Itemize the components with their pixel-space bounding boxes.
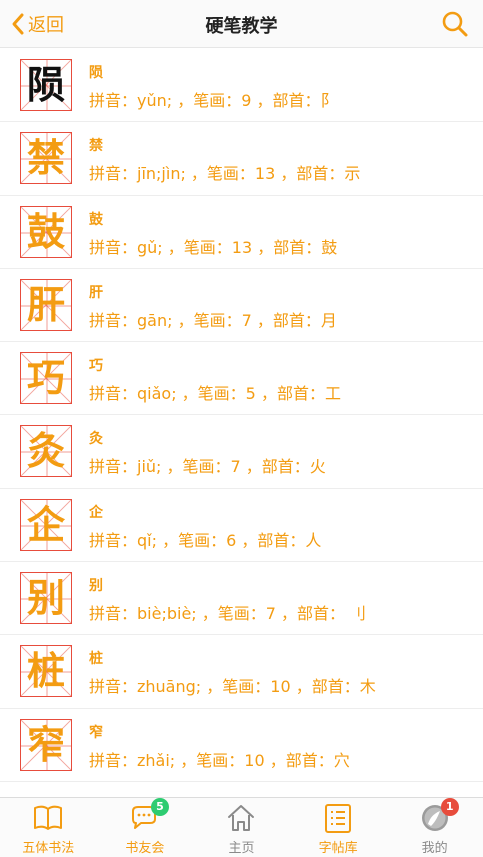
practice-grid-tile: 企 [20, 498, 72, 551]
practice-grid-tile: 窄 [20, 718, 72, 771]
practice-grid-tile: 肝 [20, 278, 72, 331]
tab-copybook-library[interactable]: 字帖库 [290, 798, 387, 857]
search-icon [441, 11, 469, 42]
character-name: 禁 [89, 138, 103, 155]
list-item[interactable]: 禁 禁 拼音：jīn;jìn; ，笔画：13 ，部首：示 [0, 122, 483, 196]
list-item[interactable]: 窄 窄 拼音：zhǎi; ，笔画：10 ，部首：穴 [0, 709, 483, 782]
list-item[interactable]: 企 企 拼音：qǐ; ，笔画：6 ，部首：人 [0, 489, 483, 563]
character-info: 拼音：gǔ; ，笔画：13 ，部首：鼓 [89, 237, 338, 257]
list-item[interactable]: 巧 巧 拼音：qiǎo; ，笔画：5 ，部首：工 [0, 342, 483, 416]
character-glyph: 鼓 [26, 209, 65, 254]
character-name: 巧 [89, 358, 103, 375]
notification-badge: 5 [150, 798, 169, 816]
character-info: 拼音：yǔn; ，笔画：9 ，部首：阝 [89, 91, 337, 110]
character-name: 鼓 [89, 211, 103, 228]
character-list: 陨 陨 拼音：yǔn; ，笔画：9 ，部首：阝 禁 禁 拼音：jīn;jìn; … [0, 49, 483, 797]
practice-grid-tile: 禁 [20, 132, 72, 185]
character-glyph: 肝 [26, 282, 65, 327]
practice-grid-tile: 别 [20, 572, 72, 625]
character-info: 拼音：biè;biè; ，笔画：7 ，部首： 刂 [89, 604, 367, 624]
character-glyph: 巧 [26, 356, 65, 401]
character-glyph: 别 [26, 576, 65, 621]
tab-five-styles-calligraphy[interactable]: 五体书法 [0, 798, 97, 857]
character-name: 窄 [89, 724, 103, 741]
page-title: 硬笔教学 [205, 16, 278, 37]
practice-grid-tile: 巧 [20, 352, 72, 405]
character-glyph: 陨 [26, 63, 65, 107]
character-info: 拼音：qǐ; ，笔画：6 ，部首：人 [89, 530, 322, 550]
practice-grid-tile: 陨 [20, 59, 72, 111]
list-icon [322, 802, 354, 834]
character-info: 拼音：gān; ，笔画：7 ，部首：月 [89, 310, 337, 330]
character-glyph: 禁 [26, 136, 65, 181]
search-button[interactable] [441, 10, 469, 38]
list-item[interactable]: 灸 灸 拼音：jiǔ; ，笔画：7 ，部首：火 [0, 415, 483, 489]
character-name: 别 [89, 578, 103, 595]
top-bar: 返回 硬笔教学 [0, 0, 483, 48]
character-glyph: 企 [26, 502, 65, 547]
character-name: 企 [89, 504, 103, 521]
tab-mine[interactable]: 1 我的 [386, 798, 483, 857]
list-item[interactable]: 别 别 拼音：biè;biè; ，笔画：7 ，部首： 刂 [0, 562, 483, 636]
tab-home[interactable]: 主页 [193, 798, 290, 857]
home-icon [225, 802, 257, 834]
character-info: 拼音：qiǎo; ，笔画：5 ，部首：工 [89, 384, 341, 404]
chat-bubble-icon: 5 [129, 798, 169, 834]
notification-badge: 1 [440, 798, 459, 816]
bottom-tab-bar: 五体书法 5 书友会 主页 字帖库 1 我的 [0, 797, 483, 857]
tab-label: 书友会 [125, 841, 165, 856]
book-icon [32, 802, 64, 834]
character-info: 拼音：zhǎi; ，笔画：10 ，部首：穴 [89, 750, 350, 770]
character-info: 拼音：jiǔ; ，笔画：7 ，部首：火 [89, 457, 326, 477]
practice-grid-tile: 鼓 [20, 205, 72, 258]
character-info: 拼音：jīn;jìn; ，笔画：13 ，部首：示 [89, 164, 361, 184]
list-item[interactable]: 陨 陨 拼音：yǔn; ，笔画：9 ，部首：阝 [0, 49, 483, 123]
character-glyph: 窄 [26, 722, 65, 767]
tab-label: 主页 [228, 841, 255, 856]
practice-grid-tile: 桩 [20, 645, 72, 698]
tab-book-club[interactable]: 5 书友会 [97, 798, 194, 857]
list-item[interactable]: 鼓 鼓 拼音：gǔ; ，笔画：13 ，部首：鼓 [0, 196, 483, 269]
character-glyph: 灸 [26, 429, 65, 474]
character-info: 拼音：zhuāng; ，笔画：10 ，部首：木 [89, 677, 376, 697]
character-glyph: 桩 [26, 649, 65, 694]
tab-label: 五体书法 [22, 841, 75, 856]
avatar-icon: 1 [419, 798, 459, 834]
character-name: 肝 [89, 284, 103, 301]
character-name: 灸 [89, 431, 103, 448]
character-name: 陨 [89, 65, 103, 81]
tab-label: 我的 [421, 841, 448, 856]
tab-label: 字帖库 [318, 841, 358, 856]
list-item[interactable]: 桩 桩 拼音：zhuāng; ，笔画：10 ，部首：木 [0, 635, 483, 709]
list-item[interactable]: 肝 肝 拼音：gān; ，笔画：7 ，部首：月 [0, 269, 483, 343]
practice-grid-tile: 灸 [20, 425, 72, 478]
character-name: 桩 [89, 651, 103, 668]
